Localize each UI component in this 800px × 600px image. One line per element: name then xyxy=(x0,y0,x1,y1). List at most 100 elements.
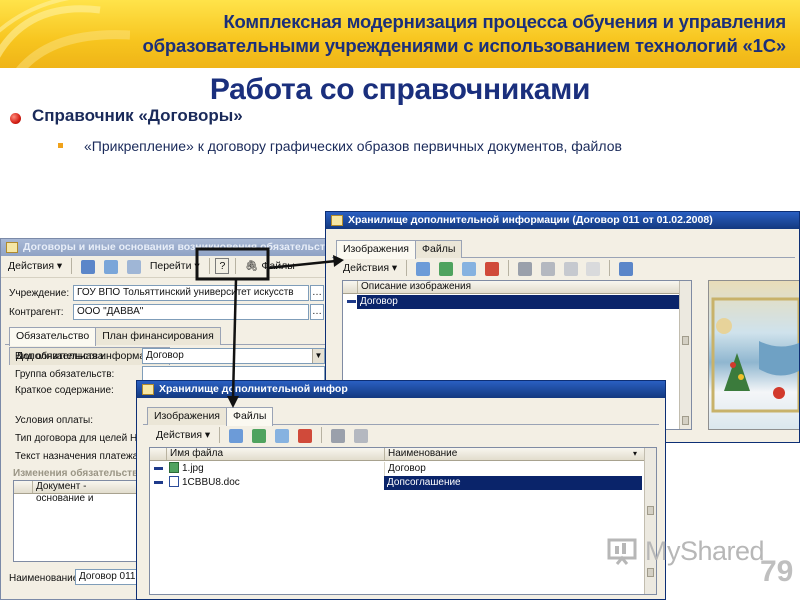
file-title-column: Наименование xyxy=(384,448,642,460)
institution-select-button[interactable]: … xyxy=(310,285,324,301)
changes-table[interactable]: Документ - основание и xyxy=(13,480,137,562)
contract-type-label: Тип договора для целей НД xyxy=(15,433,144,444)
table-row[interactable]: 1.jpg Договор xyxy=(150,462,656,476)
toolbar-separator xyxy=(235,258,237,274)
header-dropdown-icon[interactable]: ▾ xyxy=(630,448,637,460)
image-preview xyxy=(708,280,799,430)
filter-icon[interactable] xyxy=(517,262,532,276)
scroll-thumb[interactable] xyxy=(682,336,689,345)
add-copy-icon[interactable] xyxy=(251,429,266,443)
edit-icon[interactable] xyxy=(461,262,476,276)
institution-field[interactable]: ГОУ ВПО Тольяттинский университет искусс… xyxy=(73,285,309,301)
file-name-column: Имя файла xyxy=(166,448,384,460)
actions-menu[interactable]: Действия ▾ xyxy=(5,258,65,275)
edit-icon[interactable] xyxy=(274,429,289,443)
contracts-form-titlebar[interactable]: Договоры и иные основания возникновения … xyxy=(1,239,329,256)
obligation-group-label: Группа обязательств: xyxy=(15,369,115,380)
page-number: 79 xyxy=(760,555,794,588)
list-item[interactable]: Договор xyxy=(343,295,691,309)
filter-list-icon[interactable] xyxy=(540,262,555,276)
files-button[interactable]: 🖇 Файлы xyxy=(242,258,298,275)
add-icon[interactable] xyxy=(229,429,244,443)
file-title-cell: Допсоглашение xyxy=(384,476,642,490)
tab-obligation[interactable]: Обязательство xyxy=(9,327,97,346)
save-icon[interactable] xyxy=(81,260,96,274)
goto-label: Перейти xyxy=(149,260,192,272)
tab-images[interactable]: Изображения xyxy=(336,240,416,259)
storage-files-tabs: Изображения Файлы xyxy=(143,406,659,426)
filter-icon[interactable] xyxy=(330,429,345,443)
name-field[interactable]: Договор 011 xyxy=(75,569,137,585)
payment-purpose-label: Текст назначения платежа: xyxy=(15,451,141,462)
scroll-thumb[interactable] xyxy=(647,506,654,515)
scroll-thumb[interactable] xyxy=(682,416,689,425)
row-marker-icon xyxy=(154,481,163,484)
clear-filter-icon[interactable] xyxy=(586,262,601,276)
storage-files-titlebar[interactable]: Хранилище дополнительной инфор xyxy=(137,381,665,398)
bullet-text: «Прикрепление» к договору графических об… xyxy=(84,138,622,154)
storage-icon xyxy=(331,215,343,226)
contracts-form-title: Договоры и иные основания возникновения … xyxy=(23,241,329,253)
storage-images-titlebar[interactable]: Хранилище дополнительной информации (Дог… xyxy=(326,212,799,229)
table-row[interactable]: 1CBBU8.doc Допсоглашение xyxy=(150,476,656,490)
file-name-cell: 1CBBU8.doc xyxy=(166,476,384,490)
tab-files[interactable]: Файлы xyxy=(415,240,463,258)
tab-files[interactable]: Файлы xyxy=(226,407,274,426)
tab-financing-plan[interactable]: План финансирования xyxy=(95,327,221,345)
add-icon[interactable] xyxy=(416,262,431,276)
copy-icon[interactable] xyxy=(126,260,141,274)
row-marker-icon xyxy=(154,467,163,470)
delete-icon[interactable] xyxy=(484,262,499,276)
obligation-changes-label: Изменения обязательств xyxy=(13,468,139,479)
contractor-field[interactable]: ООО "ДАВВА" xyxy=(73,304,309,320)
goto-menu[interactable]: Перейти ▾ xyxy=(147,258,203,275)
name-label: Наименование: xyxy=(9,573,82,584)
image-description-cell: Договор xyxy=(357,295,679,309)
files-list-scrollbar[interactable] xyxy=(644,448,656,594)
filter-dropdown-icon[interactable] xyxy=(563,262,578,276)
file-name-text: 1CBBU8.doc xyxy=(182,477,240,488)
image-description-column: Описание изображения xyxy=(357,281,679,293)
doc-file-icon xyxy=(169,476,179,487)
toolbar-separator xyxy=(507,260,509,276)
myshared-logo-icon xyxy=(607,538,637,565)
images-list-header: Описание изображения ▾ xyxy=(343,281,691,294)
refresh-icon[interactable] xyxy=(619,262,634,276)
refresh-icon[interactable] xyxy=(103,260,118,274)
storage-images-toolbar: Действия ▾ xyxy=(336,258,799,280)
changes-table-header: Документ - основание и xyxy=(14,481,136,504)
file-name-cell: 1.jpg xyxy=(166,462,384,476)
summary-label: Краткое содержание: xyxy=(15,385,114,396)
images-list-scrollbar[interactable] xyxy=(679,281,691,429)
storage-icon xyxy=(142,384,154,395)
storage-files-title: Хранилище дополнительной инфор xyxy=(159,383,348,395)
toolbar-separator xyxy=(219,427,221,443)
obligation-kind-label: Вид обязательства: xyxy=(15,351,107,362)
storage-files-toolbar: Действия ▾ xyxy=(149,425,665,447)
contractor-select-button[interactable]: … xyxy=(310,304,324,320)
filter-list-icon[interactable] xyxy=(353,429,368,443)
actions-label: Действия xyxy=(8,260,55,272)
actions-label: Действия xyxy=(343,262,390,274)
payment-terms-label: Условия оплаты: xyxy=(15,415,93,426)
actions-menu[interactable]: Действия ▾ xyxy=(153,427,213,444)
scroll-thumb[interactable] xyxy=(647,568,654,577)
help-button[interactable]: ? xyxy=(215,258,230,274)
delete-icon[interactable] xyxy=(297,429,312,443)
files-list[interactable]: Имя файла Наименование ▾ 1.jpg Договор 1… xyxy=(149,447,657,595)
toolbar-separator xyxy=(208,258,210,274)
contractor-label: Контрагент: xyxy=(9,307,64,318)
file-name-text: 1.jpg xyxy=(182,463,204,474)
contracts-toolbar: Действия ▾ Перейти ▾ ? 🖇 Файлы xyxy=(1,256,329,278)
doc-basis-column: Документ - основание и xyxy=(32,481,136,504)
actions-menu[interactable]: Действия ▾ xyxy=(340,260,400,277)
bullet-heading: Справочник «Договоры» xyxy=(32,106,243,125)
chevron-down-icon[interactable]: ▼ xyxy=(312,349,324,363)
header-banner: Комплексная модернизация процесса обучен… xyxy=(0,0,800,68)
toolbar-separator xyxy=(406,260,408,276)
watermark-text: MyShared xyxy=(645,536,765,567)
obligation-kind-select[interactable]: Договор xyxy=(142,348,325,364)
image-file-icon xyxy=(169,462,179,473)
tab-images[interactable]: Изображения xyxy=(147,407,227,425)
add-copy-icon[interactable] xyxy=(438,262,453,276)
